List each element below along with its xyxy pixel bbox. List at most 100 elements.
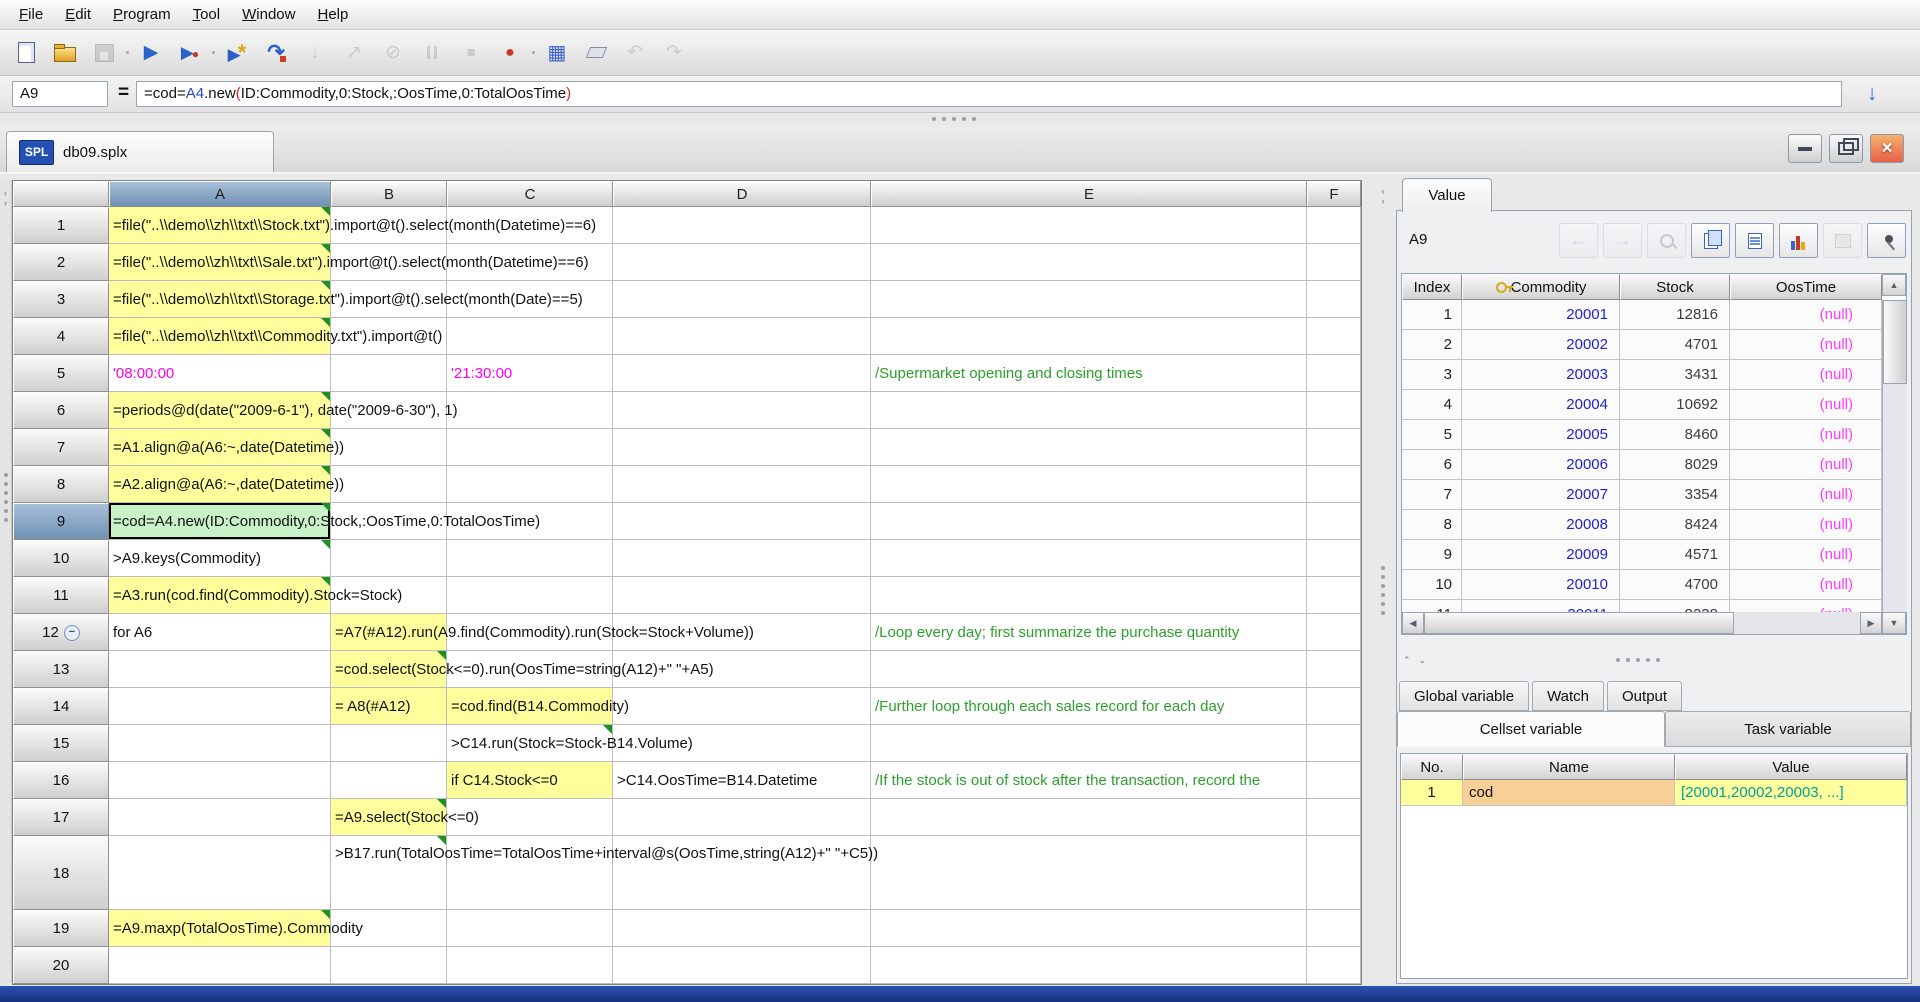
right-splitter-handle[interactable] (1372, 566, 1394, 615)
chart-view-button[interactable] (1779, 223, 1818, 258)
row-header-14[interactable]: 14 (13, 688, 109, 725)
menu-window[interactable]: Window (231, 2, 306, 27)
value-row-5[interactable]: 5200058460(null) (1402, 420, 1882, 450)
cell-D5[interactable] (613, 355, 871, 392)
cell-E4[interactable] (871, 318, 1307, 355)
execute-debug-button[interactable] (174, 37, 206, 69)
menu-edit[interactable]: Edit (54, 2, 102, 27)
cell-E3[interactable] (871, 281, 1307, 318)
cell-E19[interactable] (871, 910, 1307, 947)
cell-B18[interactable]: >B17.run(TotalOosTime=TotalOosTime+inter… (331, 836, 446, 909)
cell-B17[interactable]: =A9.select(Stock<=0) (331, 799, 446, 835)
menu-file[interactable]: File (8, 2, 54, 27)
cell-E20[interactable] (871, 947, 1307, 984)
tab-output[interactable]: Output (1607, 681, 1682, 711)
variable-column-value[interactable]: Value (1675, 754, 1907, 780)
cell-E16[interactable]: /If the stock is out of stock after the … (871, 762, 1306, 798)
cell-E5[interactable]: /Supermarket opening and closing times (871, 355, 1306, 391)
value-table-hscrollbar[interactable]: ◀ ▶▼ (1402, 612, 1906, 634)
step-over-button[interactable] (260, 37, 292, 69)
tab-watch[interactable]: Watch (1532, 681, 1604, 711)
row-header-2[interactable]: 2 (13, 244, 109, 281)
minimize-button[interactable] (1788, 134, 1822, 163)
cell-D20[interactable] (613, 947, 871, 984)
cell-A2[interactable]: =file("..\\demo\\zh\\txt\\Sale.txt").imp… (109, 244, 330, 280)
row-header-1[interactable]: 1 (13, 207, 109, 244)
cell-A1[interactable]: =file("..\\demo\\zh\\txt\\Stock.txt").im… (109, 207, 330, 243)
tab-value[interactable]: Value (1402, 178, 1492, 212)
cell-B14[interactable]: = A8(#A12) (331, 688, 446, 724)
row-header-16[interactable]: 16 (13, 762, 109, 799)
cell-F10[interactable] (1307, 540, 1361, 577)
row-header-17[interactable]: 17 (13, 799, 109, 836)
value-column-commodity[interactable]: Commodity (1462, 274, 1620, 300)
cell-A8[interactable]: =A2.align@a(A6:~,date(Datetime)) (109, 466, 330, 502)
cell-A10[interactable]: >A9.keys(Commodity) (109, 540, 330, 576)
cell-C7[interactable] (447, 429, 613, 466)
value-row-10[interactable]: 10200104700(null) (1402, 570, 1882, 600)
row-header-5[interactable]: 5 (13, 355, 109, 392)
horizontal-splitter-handle[interactable] (932, 117, 976, 121)
row-header-3[interactable]: 3 (13, 281, 109, 318)
cell-D19[interactable] (613, 910, 871, 947)
row-header-6[interactable]: 6 (13, 392, 109, 429)
column-header-C[interactable]: C (447, 181, 613, 207)
cell-F1[interactable] (1307, 207, 1361, 244)
cell-A16[interactable] (109, 762, 331, 799)
pin-button[interactable] (1867, 223, 1906, 258)
cell-C4[interactable] (447, 318, 613, 355)
cell-A15[interactable] (109, 725, 331, 762)
splitter-dots-handle[interactable] (1616, 658, 1660, 662)
cell-F17[interactable] (1307, 799, 1361, 836)
row-header-11[interactable]: 11 (13, 577, 109, 614)
value-column-stock[interactable]: Stock (1620, 274, 1730, 300)
cell-A4[interactable]: =file("..\\demo\\zh\\txt\\Commodity.txt"… (109, 318, 330, 354)
collapse-left-icon[interactable]: ‹› (0, 188, 11, 208)
cell-F19[interactable] (1307, 910, 1361, 947)
menu-tool[interactable]: Tool (182, 2, 232, 27)
cell-B7[interactable] (331, 429, 447, 466)
row-header-9[interactable]: 9 (13, 503, 109, 540)
cell-C14[interactable]: =cod.find(B14.Commodity) (447, 688, 612, 724)
column-header-F[interactable]: F (1307, 181, 1361, 207)
clear-button[interactable] (580, 37, 612, 69)
value-row-8[interactable]: 8200088424(null) (1402, 510, 1882, 540)
cell-E12[interactable]: /Loop every day; first summarize the pur… (871, 614, 1306, 650)
cell-A5[interactable]: '08:00:00 (109, 355, 330, 391)
scroll-down-button[interactable]: ▼ (1882, 612, 1906, 634)
value-row-7[interactable]: 7200073354(null) (1402, 480, 1882, 510)
cell-B13[interactable]: =cod.select(Stock<=0).run(OosTime=string… (331, 651, 446, 687)
scroll-right-button[interactable]: ▶ (1860, 612, 1882, 634)
cell-D11[interactable] (613, 577, 871, 614)
grid-corner-box[interactable] (13, 181, 109, 207)
cell-F13[interactable] (1307, 651, 1361, 688)
cell-reference-input[interactable]: A9 (12, 81, 108, 107)
cell-E10[interactable] (871, 540, 1307, 577)
formula-input[interactable]: =cod=A4.new(ID:Commodity,0:Stock,:OosTim… (136, 81, 1842, 107)
cell-F18[interactable] (1307, 836, 1361, 910)
new-file-button[interactable] (10, 37, 42, 69)
cell-B8[interactable] (331, 466, 447, 503)
cell-C19[interactable] (447, 910, 613, 947)
row-header-8[interactable]: 8 (13, 466, 109, 503)
menu-help[interactable]: Help (306, 2, 359, 27)
close-button[interactable]: × (1870, 134, 1904, 163)
cell-D6[interactable] (613, 392, 871, 429)
copy-value-button[interactable] (1691, 223, 1730, 258)
row-header-20[interactable]: 20 (13, 947, 109, 984)
cell-B10[interactable] (331, 540, 447, 577)
cell-E15[interactable] (871, 725, 1307, 762)
scroll-left-button[interactable]: ◀ (1402, 612, 1424, 634)
cell-E2[interactable] (871, 244, 1307, 281)
splitter-arrows-icon[interactable]: ⌃⌄ (1403, 655, 1426, 665)
cell-A6[interactable]: =periods@d(date("2009-6-1"), date("2009-… (109, 392, 330, 428)
row-header-13[interactable]: 13 (13, 651, 109, 688)
breakpoint-button[interactable] (494, 37, 526, 69)
variable-column-name[interactable]: Name (1463, 754, 1675, 780)
cell-E17[interactable] (871, 799, 1307, 836)
cell-E1[interactable] (871, 207, 1307, 244)
value-row-2[interactable]: 2200024701(null) (1402, 330, 1882, 360)
row-header-18[interactable]: 18 (13, 836, 109, 910)
value-row-4[interactable]: 42000410692(null) (1402, 390, 1882, 420)
cell-D8[interactable] (613, 466, 871, 503)
